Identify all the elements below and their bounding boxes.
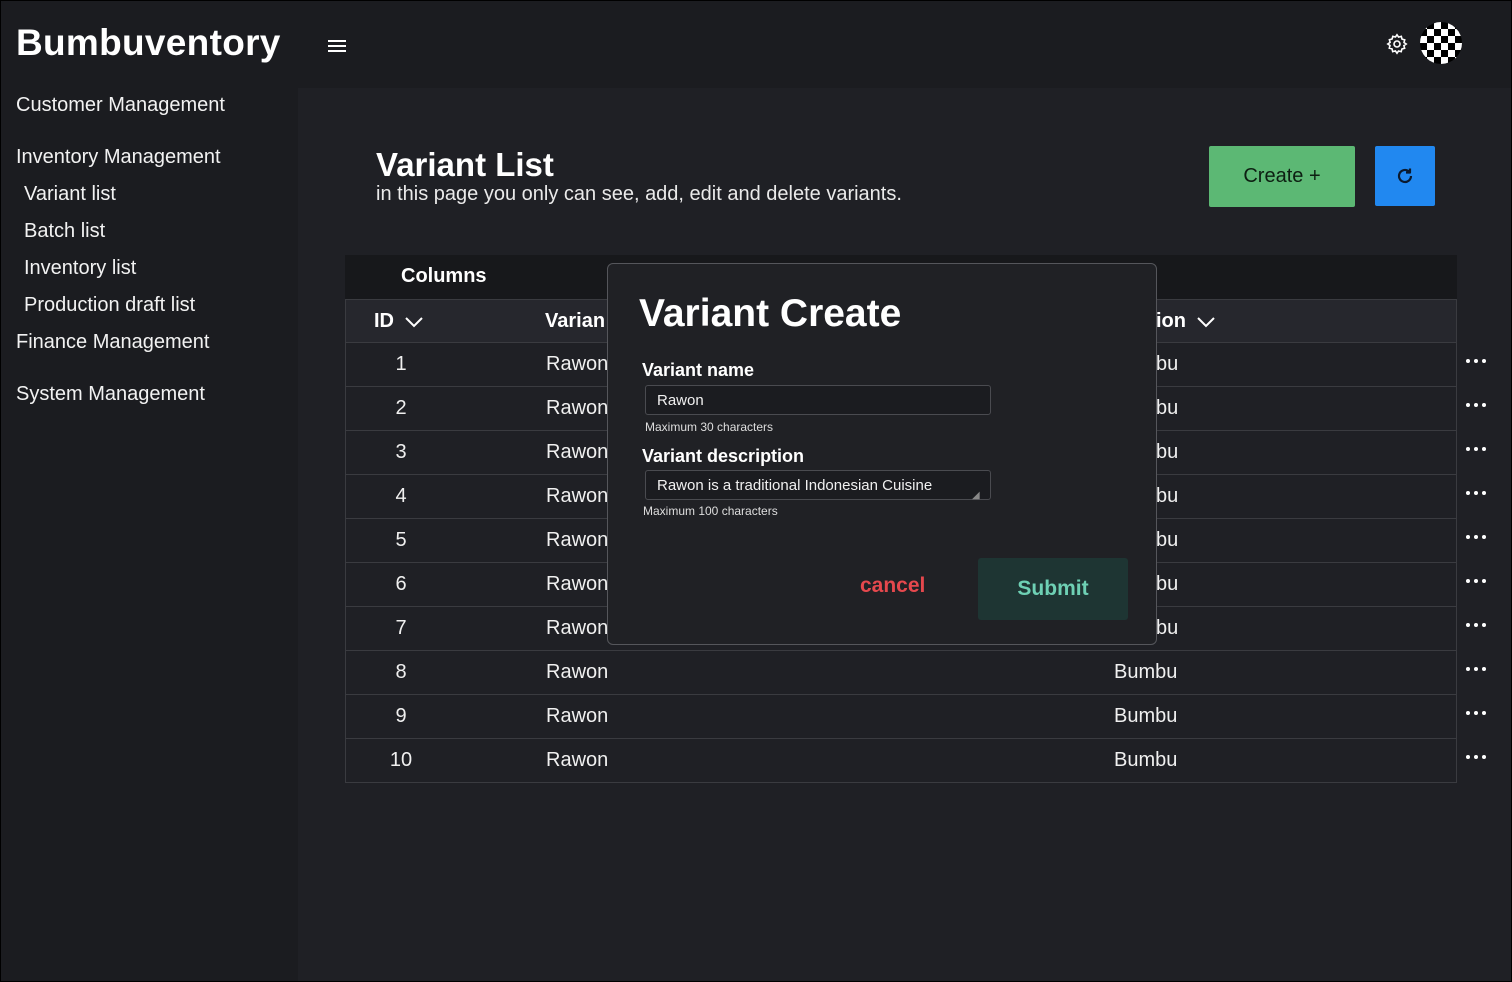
- variant-name-hint: Maximum 30 characters: [645, 420, 774, 434]
- variant-create-modal: Variant Create Variant name Maximum 30 c…: [607, 263, 1157, 645]
- modal-title: Variant Create: [639, 292, 902, 335]
- refresh-button[interactable]: [1375, 146, 1435, 206]
- cell-id: 4: [395, 485, 407, 507]
- cell-variant-name: Rawon: [546, 705, 609, 727]
- cell-category: bu: [1156, 529, 1179, 551]
- cell-variant-name: Rawon: [546, 529, 609, 551]
- resize-handle-icon[interactable]: ◢: [972, 490, 980, 501]
- sidebar-item-system-management[interactable]: System Management: [16, 383, 205, 406]
- chevron-down-icon: [1197, 316, 1215, 327]
- more-options-icon[interactable]: [1466, 447, 1486, 459]
- page-title: Variant List: [376, 146, 554, 183]
- hamburger-icon[interactable]: [328, 40, 346, 54]
- cell-variant-name: Rawon: [546, 661, 609, 683]
- cell-variant-name: Rawon: [546, 617, 609, 639]
- sidebar-item-batch-list[interactable]: Batch list: [24, 220, 105, 243]
- cell-id: 3: [395, 441, 407, 463]
- cell-category: Bumbu: [1114, 661, 1178, 683]
- cell-category: Bumbu: [1114, 749, 1178, 771]
- cell-id: 5: [395, 529, 407, 551]
- more-options-icon[interactable]: [1466, 623, 1486, 635]
- cell-category: bu: [1156, 397, 1179, 419]
- sidebar-item-production-draft-list[interactable]: Production draft list: [24, 294, 195, 317]
- variant-description-input[interactable]: [645, 470, 991, 500]
- more-options-icon[interactable]: [1466, 403, 1486, 415]
- cell-variant-name: Rawon: [546, 353, 609, 375]
- cell-id: 8: [395, 661, 407, 683]
- cell-id: 2: [395, 397, 407, 419]
- column-header-category[interactable]: ion: [1156, 310, 1216, 333]
- cell-id: 1: [395, 353, 407, 375]
- refresh-icon: [1397, 168, 1413, 184]
- brand-logo-text: Bumbuventory: [16, 22, 281, 63]
- cell-variant-name: Rawon: [546, 441, 609, 463]
- more-options-icon[interactable]: [1466, 535, 1486, 547]
- columns-button[interactable]: Columns: [401, 265, 487, 288]
- sidebar-item-inventory-management[interactable]: Inventory Management: [16, 146, 221, 169]
- cell-category: bu: [1156, 617, 1179, 639]
- cell-category: bu: [1156, 353, 1179, 375]
- cell-id: 9: [395, 705, 407, 727]
- table-row[interactable]: 10 Rawon Bumbu: [345, 739, 1486, 783]
- user-avatar[interactable]: [1420, 22, 1462, 64]
- sidebar-item-variant-list[interactable]: Variant list: [24, 183, 116, 206]
- cell-id: 6: [395, 573, 407, 595]
- more-options-icon[interactable]: [1466, 711, 1486, 723]
- cell-id: 10: [389, 749, 413, 771]
- create-button[interactable]: Create +: [1209, 146, 1355, 207]
- submit-button[interactable]: Submit: [978, 558, 1128, 620]
- cell-category: bu: [1156, 573, 1179, 595]
- more-options-icon[interactable]: [1466, 491, 1486, 503]
- more-options-icon[interactable]: [1466, 667, 1486, 679]
- column-header-variant-name[interactable]: Varian: [545, 310, 605, 333]
- variant-name-label: Variant name: [642, 360, 755, 380]
- more-options-icon[interactable]: [1466, 579, 1486, 591]
- sidebar-item-customer-management[interactable]: Customer Management: [16, 94, 225, 117]
- table-row[interactable]: 8 Rawon Bumbu: [345, 651, 1486, 695]
- variant-name-input[interactable]: [645, 385, 991, 415]
- cell-id: 7: [395, 617, 407, 639]
- cell-variant-name: Rawon: [546, 397, 609, 419]
- sidebar-item-inventory-list[interactable]: Inventory list: [24, 257, 136, 280]
- cell-variant-name: Rawon: [546, 485, 609, 507]
- table-row[interactable]: 9 Rawon Bumbu: [345, 695, 1486, 739]
- cell-category: Bumbu: [1114, 705, 1178, 727]
- sidebar-item-finance-management[interactable]: Finance Management: [16, 331, 209, 354]
- cell-variant-name: Rawon: [546, 749, 609, 771]
- variant-description-label: Variant description: [642, 446, 805, 466]
- more-options-icon[interactable]: [1466, 359, 1486, 371]
- cell-variant-name: Rawon: [546, 573, 609, 595]
- cell-category: bu: [1156, 485, 1179, 507]
- topbar: [298, 0, 1512, 88]
- page-subtitle: in this page you only can see, add, edit…: [376, 183, 902, 205]
- chevron-down-icon: [405, 316, 423, 327]
- variant-description-hint: Maximum 100 characters: [643, 504, 778, 518]
- sidebar: Bumbuventory Customer Management Invento…: [0, 0, 298, 982]
- cell-category: bu: [1156, 441, 1179, 463]
- column-header-id[interactable]: ID: [374, 310, 424, 333]
- more-options-icon[interactable]: [1466, 755, 1486, 767]
- cancel-button[interactable]: cancel: [860, 574, 925, 598]
- gear-icon[interactable]: [1385, 32, 1409, 56]
